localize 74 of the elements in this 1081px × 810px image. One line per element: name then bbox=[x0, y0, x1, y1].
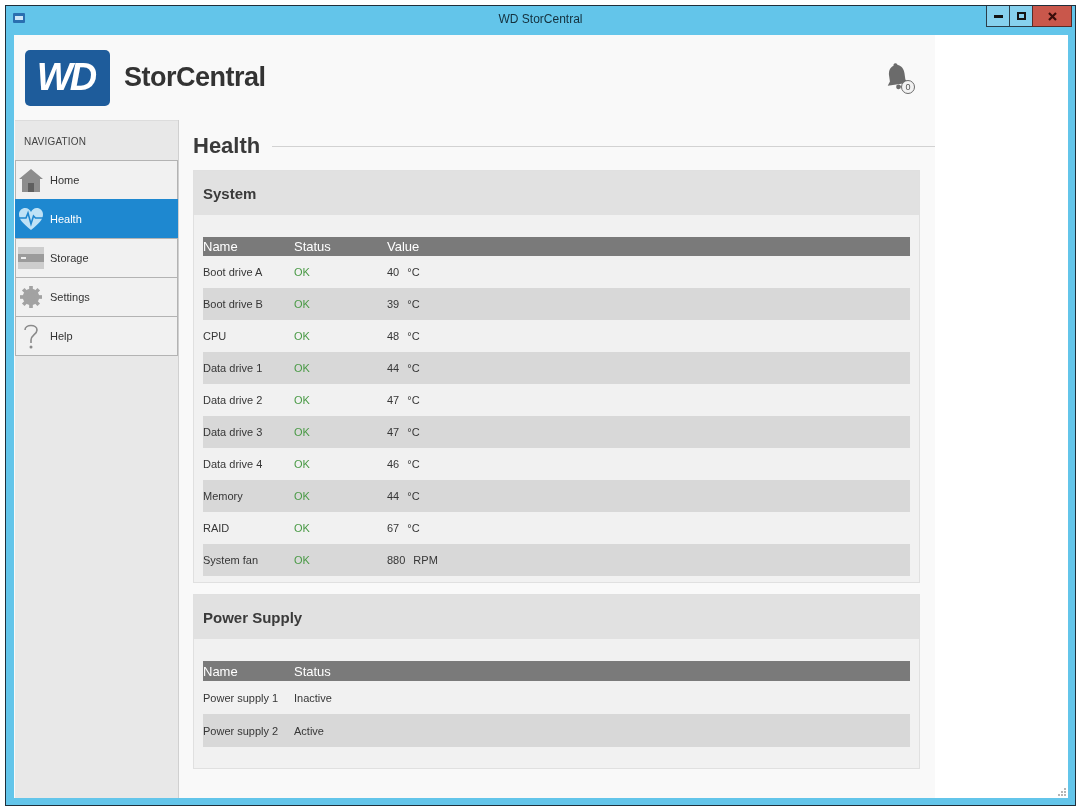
status-text: OK bbox=[294, 554, 310, 566]
table-cell: 47 bbox=[387, 426, 400, 438]
help-icon bbox=[23, 323, 39, 349]
column-header: Status bbox=[294, 239, 331, 254]
table-cell: Boot drive B bbox=[203, 298, 263, 310]
resize-grip-icon[interactable] bbox=[1058, 788, 1066, 796]
page-title: Health bbox=[193, 133, 261, 159]
nav-item[interactable]: Health bbox=[15, 199, 178, 239]
column-header: Value bbox=[387, 239, 420, 254]
unit-label: °C bbox=[407, 490, 420, 502]
status-text: OK bbox=[294, 394, 310, 406]
nav-item[interactable]: Settings bbox=[15, 277, 178, 317]
status-text: OK bbox=[294, 522, 310, 534]
table-cell: 39 bbox=[387, 298, 400, 310]
drive-icon bbox=[18, 247, 44, 269]
status-text: Inactive bbox=[294, 691, 332, 704]
table-cell: 880 bbox=[387, 554, 406, 566]
unit-label: °C bbox=[407, 330, 420, 342]
table-cell: Data drive 3 bbox=[203, 426, 263, 438]
product-name: StorCentral bbox=[124, 62, 266, 93]
panel-title: Power Supply bbox=[203, 608, 303, 626]
unit-label: °C bbox=[407, 458, 420, 470]
unit-label: °C bbox=[407, 426, 420, 438]
status-text: OK bbox=[294, 426, 310, 438]
table-cell: Memory bbox=[203, 490, 243, 502]
status-text: OK bbox=[294, 266, 310, 278]
nav-item[interactable]: Storage bbox=[15, 238, 178, 278]
minimize-icon bbox=[993, 14, 1003, 18]
unit-label: °C bbox=[407, 522, 420, 534]
unit-label: °C bbox=[407, 298, 420, 310]
status-text: OK bbox=[294, 330, 310, 342]
close-button[interactable] bbox=[1032, 6, 1072, 27]
nav-item[interactable]: Home bbox=[15, 160, 178, 200]
table-cell: 47 bbox=[387, 394, 400, 406]
table-cell: 46 bbox=[387, 458, 400, 470]
unit-label: °C bbox=[407, 266, 420, 278]
status-text: OK bbox=[294, 298, 310, 310]
column-header: Name bbox=[203, 663, 238, 679]
notification-badge: 0 bbox=[901, 79, 915, 94]
app-icon bbox=[13, 13, 25, 23]
logo: WD bbox=[25, 49, 110, 106]
minimize-button[interactable] bbox=[986, 6, 1010, 27]
status-text: OK bbox=[294, 458, 310, 470]
close-icon bbox=[1047, 11, 1057, 21]
column-header: Name bbox=[203, 239, 238, 254]
status-text: OK bbox=[294, 362, 310, 374]
status-text: OK bbox=[294, 490, 310, 502]
heart-pulse-icon bbox=[18, 207, 44, 231]
column-header: Status bbox=[294, 663, 331, 679]
maximize-icon bbox=[1016, 12, 1026, 20]
panel-title: System bbox=[203, 184, 257, 202]
table-cell: 67 bbox=[387, 522, 400, 534]
status-text: Active bbox=[294, 724, 324, 737]
table-cell: Data drive 1 bbox=[203, 362, 263, 374]
unit-label: °C bbox=[407, 362, 420, 374]
table-cell: Data drive 2 bbox=[203, 394, 263, 406]
maximize-button[interactable] bbox=[1009, 6, 1033, 27]
table-cell: 44 bbox=[387, 490, 400, 502]
table-cell: Power supply 1 bbox=[203, 691, 279, 704]
table-cell: Power supply 2 bbox=[203, 724, 279, 737]
table-cell: System fan bbox=[203, 554, 259, 566]
table-cell: Data drive 4 bbox=[203, 458, 263, 470]
table-cell: 44 bbox=[387, 362, 400, 374]
table-cell: CPU bbox=[203, 330, 227, 342]
table-cell: Boot drive A bbox=[203, 266, 263, 278]
house-icon bbox=[18, 167, 44, 193]
window-title: WD StorCentral bbox=[498, 11, 583, 28]
unit-label: RPM bbox=[413, 554, 438, 566]
settings-icon bbox=[20, 286, 42, 308]
table-cell: 48 bbox=[387, 330, 400, 342]
nav-item[interactable]: Help bbox=[15, 316, 178, 356]
table-cell: 40 bbox=[387, 266, 400, 278]
table-cell: RAID bbox=[203, 522, 230, 534]
unit-label: °C bbox=[407, 394, 420, 406]
